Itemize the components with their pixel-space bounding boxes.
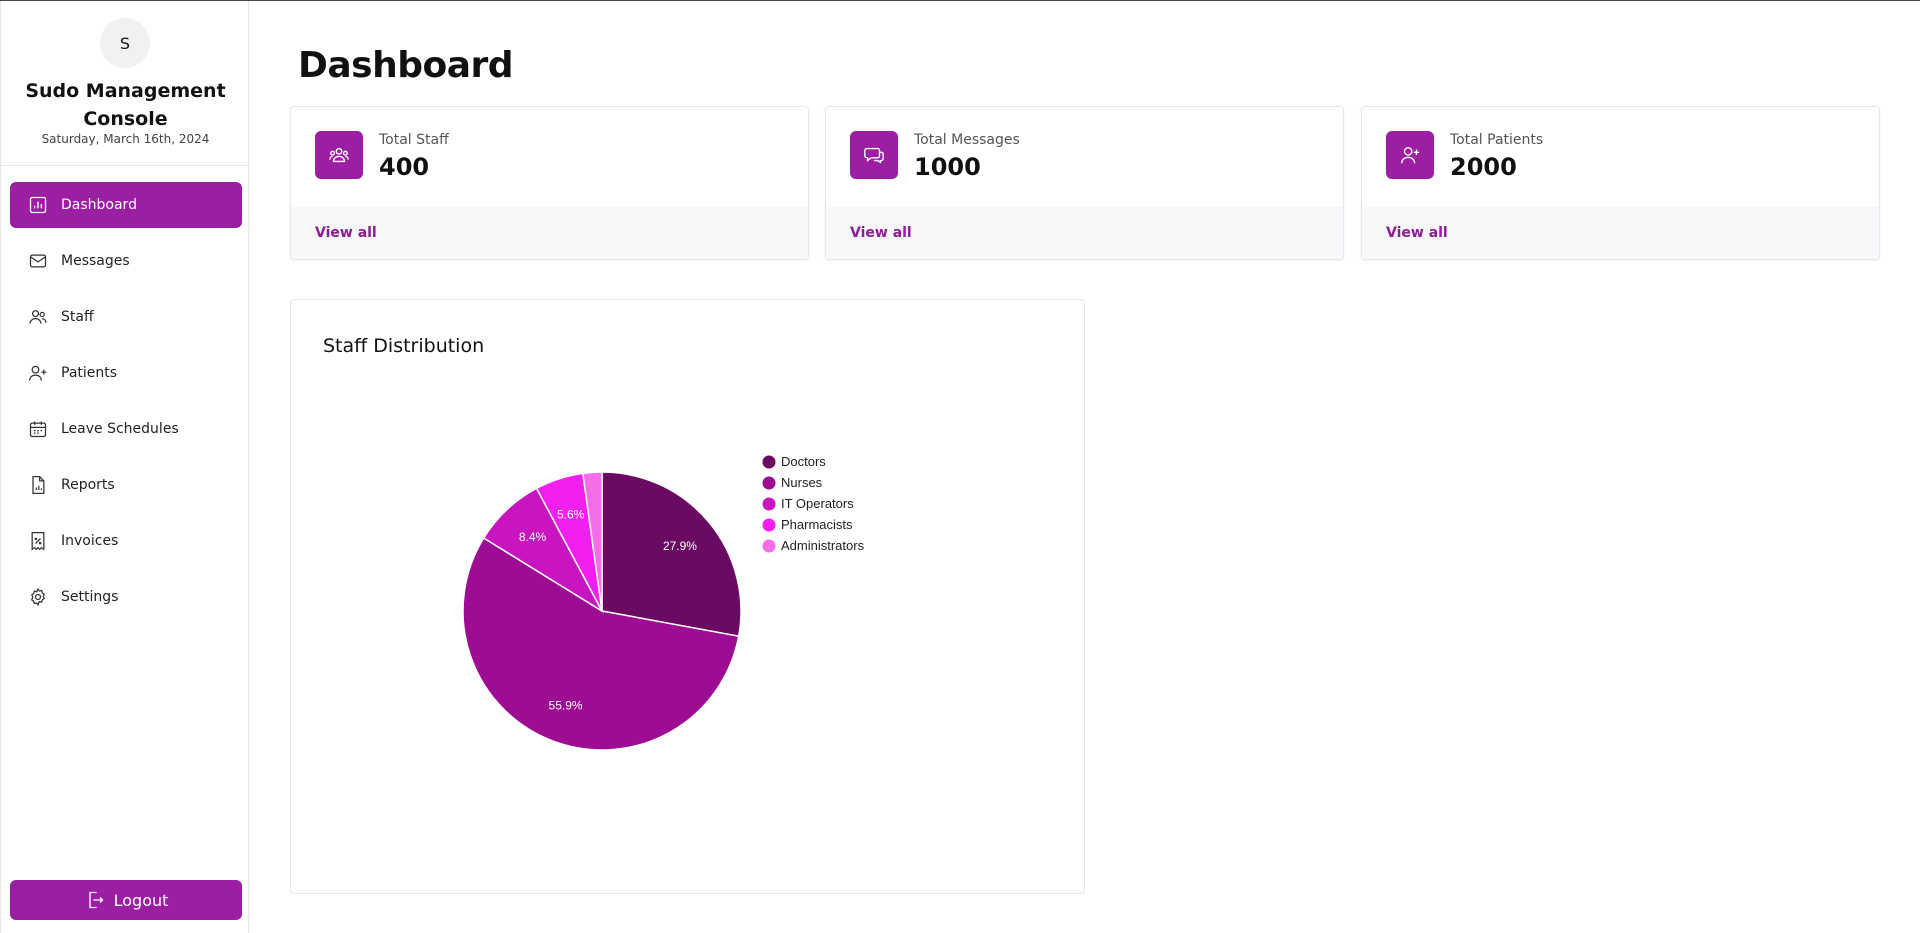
logout-icon [84,889,106,911]
legend-swatch [762,455,776,469]
sidebar-item-label: Leave Schedules [61,421,179,437]
pie-slice-doctors[interactable] [601,471,742,638]
view-all-messages-link[interactable]: View all [850,225,912,241]
legend-label[interactable]: Doctors [781,454,826,469]
stat-label: Total Staff [379,132,449,148]
view-all-staff-link[interactable]: View all [315,225,377,241]
page-title: Dashboard [298,45,514,86]
stat-label: Total Messages [914,132,1020,148]
stat-value: 2000 [1450,153,1517,181]
envelope-icon [27,250,49,272]
document-chart-icon [27,474,49,496]
stat-card-total-staff: Total Staff 400 View all [290,106,809,260]
card-footer: View all [291,207,808,259]
legend-swatch [762,476,776,490]
user-plus-icon [1386,131,1434,179]
sidebar-divider [1,165,250,166]
stat-value: 1000 [914,153,981,181]
sidebar-item-reports[interactable]: Reports [10,462,242,508]
gear-icon [27,586,49,608]
app-title: Sudo Management Console [25,80,226,130]
pie-data-label: 27.9% [663,539,697,553]
sidebar-item-dashboard[interactable]: Dashboard [10,182,242,228]
logout-button[interactable]: Logout [10,880,242,920]
chart-bar-icon [27,194,49,216]
sidebar-item-label: Messages [61,253,130,269]
sidebar-item-label: Staff [61,309,94,325]
legend-label[interactable]: Pharmacists [781,517,853,532]
user-plus-icon [27,362,49,384]
sidebar-item-messages[interactable]: Messages [10,238,242,284]
stat-card-total-patients: Total Patients 2000 View all [1361,106,1880,260]
sidebar-item-label: Dashboard [61,197,137,213]
staff-distribution-pie-chart: 27.9% 55.9% 8.4% 5.6% Doctors Nurses IT Operat… [462,454,865,751]
stat-value: 400 [379,153,430,181]
legend-swatch [762,518,776,532]
current-date: Saturday, March 16th, 2024 [41,132,210,146]
users-icon [315,131,363,179]
sidebar: S Sudo Management Console Saturday, Marc… [0,1,250,933]
users-icon [27,306,49,328]
receipt-percent-icon [27,530,49,552]
sidebar-item-label: Invoices [61,533,119,549]
logout-label: Logout [113,890,169,910]
sidebar-item-settings[interactable]: Settings [10,574,242,620]
pie-data-label: 55.9% [549,699,583,713]
calendar-icon [27,418,49,440]
sidebar-item-staff[interactable]: Staff [10,294,242,340]
card-footer: View all [826,207,1343,259]
view-all-patients-link[interactable]: View all [1386,225,1448,241]
sidebar-item-label: Reports [61,477,115,493]
stat-label: Total Patients [1450,132,1544,148]
avatar[interactable]: S [100,18,150,68]
sidebar-item-leave-schedules[interactable]: Leave Schedules [10,406,242,452]
pie-data-label: 5.6% [557,507,585,521]
sidebar-item-patients[interactable]: Patients [10,350,242,396]
legend-swatch [762,497,776,511]
legend-label[interactable]: Administrators [781,538,865,553]
legend-label[interactable]: IT Operators [781,496,854,511]
sidebar-item-label: Settings [61,589,119,605]
sidebar-item-label: Patients [61,365,118,381]
stat-card-total-messages: Total Messages 1000 View all [825,106,1344,260]
legend-label[interactable]: Nurses [781,475,823,490]
legend-swatch [762,539,776,553]
sidebar-item-invoices[interactable]: Invoices [10,518,242,564]
card-footer: View all [1362,207,1879,259]
pie-data-label: 8.4% [519,530,547,544]
staff-distribution-card: Staff Distribution 27.9% 55.9% 8.4% 5.6% Doc… [290,299,1085,894]
chat-bubbles-icon [850,131,898,179]
